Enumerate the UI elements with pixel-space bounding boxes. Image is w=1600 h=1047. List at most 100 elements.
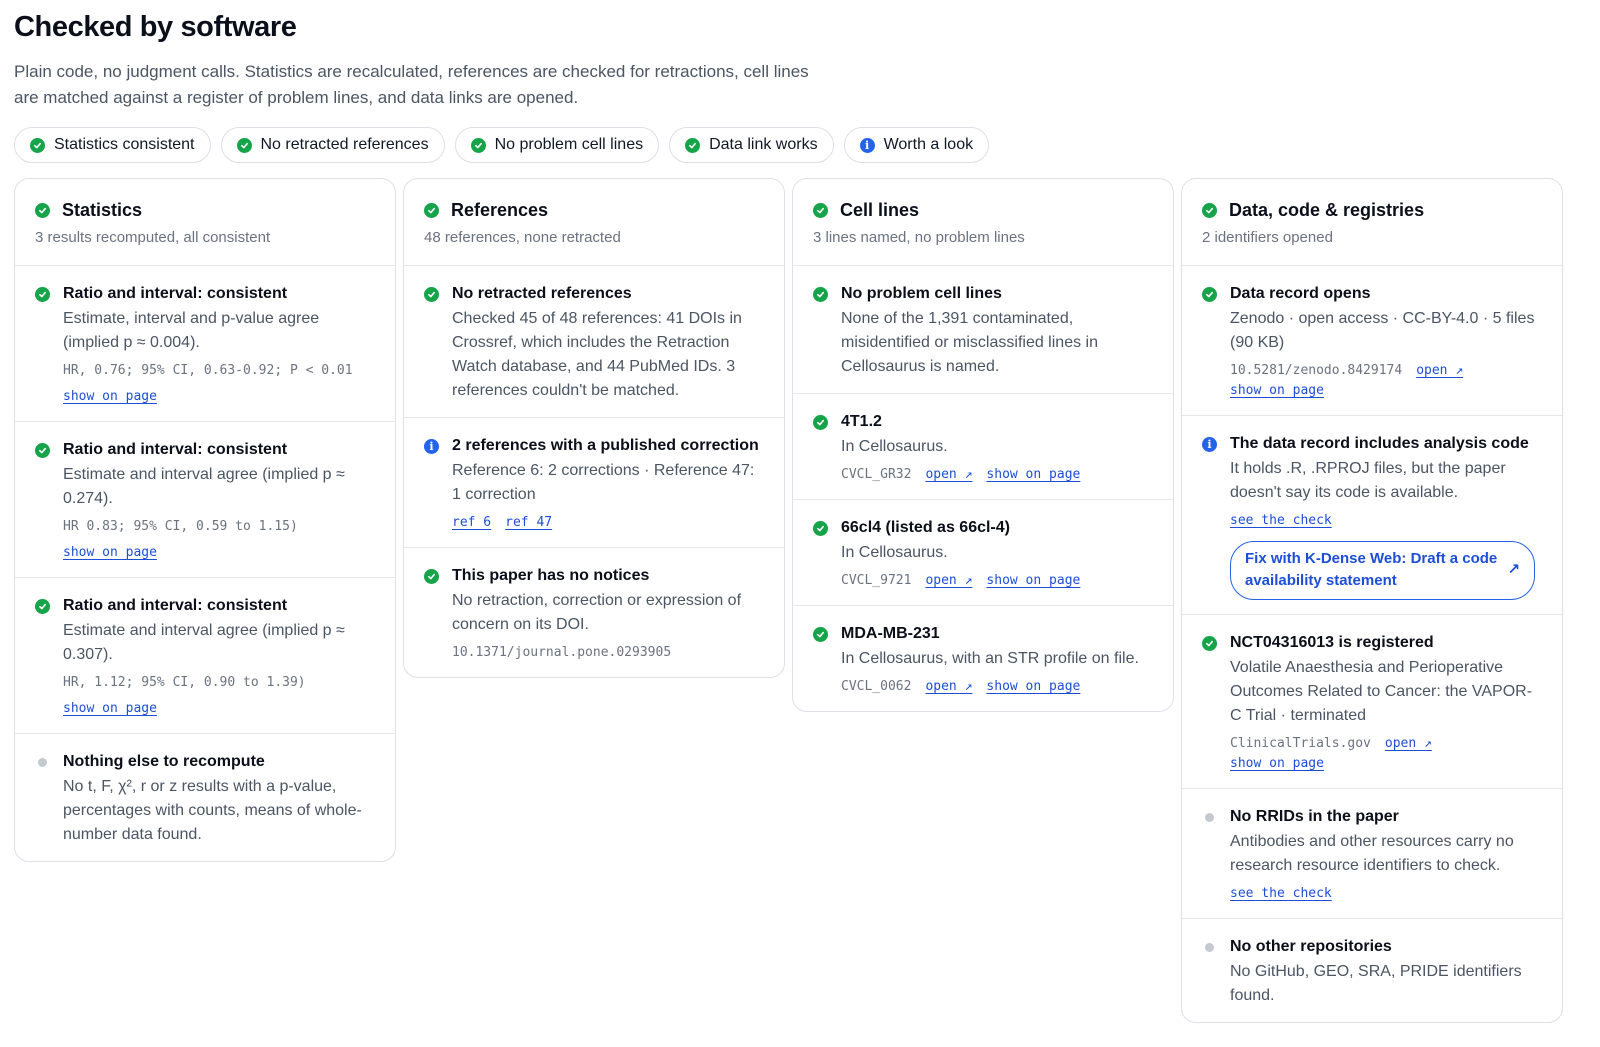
quoted-result: HR, 1.12; 95% CI, 0.90 to 1.39) [63, 675, 306, 690]
chip-label: Data link works [709, 136, 818, 153]
open-link[interactable]: open ↗ [925, 571, 972, 591]
check-circle-icon [813, 415, 828, 430]
check-item: No other repositories No GitHub, GEO, SR… [1182, 919, 1562, 1022]
item-text: In Cellosaurus. [841, 544, 948, 561]
check-circle-icon [685, 137, 701, 153]
item-title: Ratio and interval: consistent [63, 441, 288, 458]
item-text: No retraction, correction or expression … [452, 592, 742, 633]
data-code-registries-card: Data, code & registries 2 identifiers op… [1181, 178, 1563, 1023]
check-circle-icon [424, 287, 439, 302]
check-circle-icon [35, 202, 50, 218]
show-on-page-link[interactable]: show on page [1230, 381, 1324, 401]
check-item: Nothing else to recompute No t, F, χ², r… [15, 734, 395, 861]
item-title: NCT04316013 is registered [1230, 634, 1434, 651]
open-link[interactable]: open ↗ [925, 465, 972, 485]
open-link[interactable]: open ↗ [1416, 361, 1463, 381]
cell-lines-card: Cell lines 3 lines named, no problem lin… [792, 178, 1174, 712]
card-title: Cell lines [840, 200, 920, 220]
chip-label: Worth a look [883, 136, 974, 153]
card-subtitle: 3 results recomputed, all consistent [35, 229, 271, 246]
see-the-check-link[interactable]: see the check [1230, 511, 1332, 531]
info-icon: i [1202, 437, 1217, 452]
item-title: Nothing else to recompute [63, 753, 265, 770]
check-circle-icon [424, 569, 439, 584]
see-the-check-link[interactable]: see the check [1230, 884, 1332, 904]
neutral-dot-icon [1202, 940, 1217, 955]
statistics-card: Statistics 3 results recomputed, all con… [14, 178, 396, 862]
check-circle-icon [813, 202, 828, 218]
item-title: 2 references with a published correction [452, 437, 759, 454]
show-on-page-link[interactable]: show on page [1230, 754, 1324, 774]
chip-statistics[interactable]: Statistics consistent [14, 127, 211, 163]
item-title: 4T1.2 [841, 413, 882, 430]
check-item: This paper has no notices No retraction,… [404, 548, 784, 677]
show-on-page-link[interactable]: show on page [63, 387, 157, 407]
quoted-result: HR 0.83; 95% CI, 0.59 to 1.15) [63, 519, 298, 534]
show-on-page-link[interactable]: show on page [63, 699, 157, 719]
item-title: No problem cell lines [841, 285, 1002, 302]
open-link[interactable]: open ↗ [925, 677, 972, 697]
item-title: MDA-MB-231 [841, 625, 940, 642]
card-title: References [451, 200, 549, 220]
item-text: Reference 6: 2 corrections · Reference 4… [452, 462, 755, 503]
references-card: References 48 references, none retracted… [403, 178, 785, 678]
chip-cell-lines[interactable]: No problem cell lines [454, 127, 660, 163]
ref-6-link[interactable]: ref 6 [452, 513, 491, 533]
neutral-dot-icon [1202, 810, 1217, 825]
cellosaurus-id: CVCL_9721 [841, 573, 912, 588]
neutral-dot-icon [35, 755, 50, 770]
show-on-page-link[interactable]: show on page [986, 677, 1080, 697]
check-item: No problem cell lines None of the 1,391 … [793, 266, 1173, 394]
check-item: 4T1.2 In Cellosaurus. CVCL_GR32 open ↗ s… [793, 394, 1173, 500]
chip-data-link[interactable]: Data link works [669, 127, 834, 163]
info-icon: i [424, 439, 439, 454]
check-item: No RRIDs in the paper Antibodies and oth… [1182, 789, 1562, 919]
check-item: MDA-MB-231 In Cellosaurus, with an STR p… [793, 606, 1173, 711]
fix-with-k-dense-button[interactable]: Fix with K-Dense Web: Draft a code avail… [1230, 541, 1535, 600]
item-title: No other repositories [1230, 938, 1392, 955]
item-title: No RRIDs in the paper [1230, 808, 1399, 825]
cellosaurus-id: CVCL_0062 [841, 679, 912, 694]
check-circle-icon [813, 287, 828, 302]
item-title: Ratio and interval: consistent [63, 285, 288, 302]
fix-button-label: Fix with K-Dense Web: Draft a code avail… [1245, 550, 1498, 589]
show-on-page-link[interactable]: show on page [986, 571, 1080, 591]
check-item: Ratio and interval: consistent Estimate,… [15, 266, 395, 422]
check-circle-icon [1202, 287, 1217, 302]
item-text: Volatile Anaesthesia and Perioperative O… [1230, 659, 1533, 724]
check-circle-icon [1202, 636, 1217, 651]
item-title: Data record opens [1230, 285, 1371, 302]
item-text: It holds .R, .RPROJ files, but the paper… [1230, 460, 1506, 501]
ref-47-link[interactable]: ref 47 [505, 513, 552, 533]
card-subtitle: 3 lines named, no problem lines [813, 229, 1025, 246]
check-circle-icon [1202, 202, 1217, 218]
item-text: Estimate and interval agree (implied p ≈… [63, 466, 345, 507]
check-circle-icon [35, 443, 50, 458]
check-item: No retracted references Checked 45 of 48… [404, 266, 784, 418]
item-text: Antibodies and other resources carry no … [1230, 833, 1514, 874]
card-header: Statistics 3 results recomputed, all con… [15, 179, 395, 266]
card-subtitle: 2 identifiers opened [1202, 229, 1333, 246]
item-text: No t, F, χ², r or z results with a p-val… [63, 778, 362, 843]
check-item: NCT04316013 is registered Volatile Anaes… [1182, 615, 1562, 789]
check-circle-icon [35, 599, 50, 614]
item-text: None of the 1,391 contaminated, misident… [841, 310, 1098, 375]
doi-text: 10.5281/zenodo.8429174 [1230, 363, 1403, 378]
chip-label: Statistics consistent [54, 136, 195, 153]
open-link[interactable]: open ↗ [1385, 734, 1432, 754]
check-item: Ratio and interval: consistent Estimate … [15, 578, 395, 734]
card-subtitle: 48 references, none retracted [424, 229, 621, 246]
check-circle-icon [35, 287, 50, 302]
chip-references[interactable]: No retracted references [220, 127, 445, 163]
registry-name: ClinicalTrials.gov [1230, 736, 1371, 751]
check-item: i The data record includes analysis code… [1182, 416, 1562, 615]
show-on-page-link[interactable]: show on page [63, 543, 157, 563]
checks-page: Checked by software Plain code, no judgm… [14, 0, 1588, 163]
item-text: Estimate and interval agree (implied p ≈… [63, 622, 345, 663]
card-header: Cell lines 3 lines named, no problem lin… [793, 179, 1173, 266]
check-circle-icon [424, 202, 439, 218]
chip-label: No problem cell lines [494, 136, 644, 153]
chip-worth-a-look[interactable]: i Worth a look [843, 127, 990, 163]
show-on-page-link[interactable]: show on page [986, 465, 1080, 485]
item-title: The data record includes analysis code [1230, 435, 1529, 452]
